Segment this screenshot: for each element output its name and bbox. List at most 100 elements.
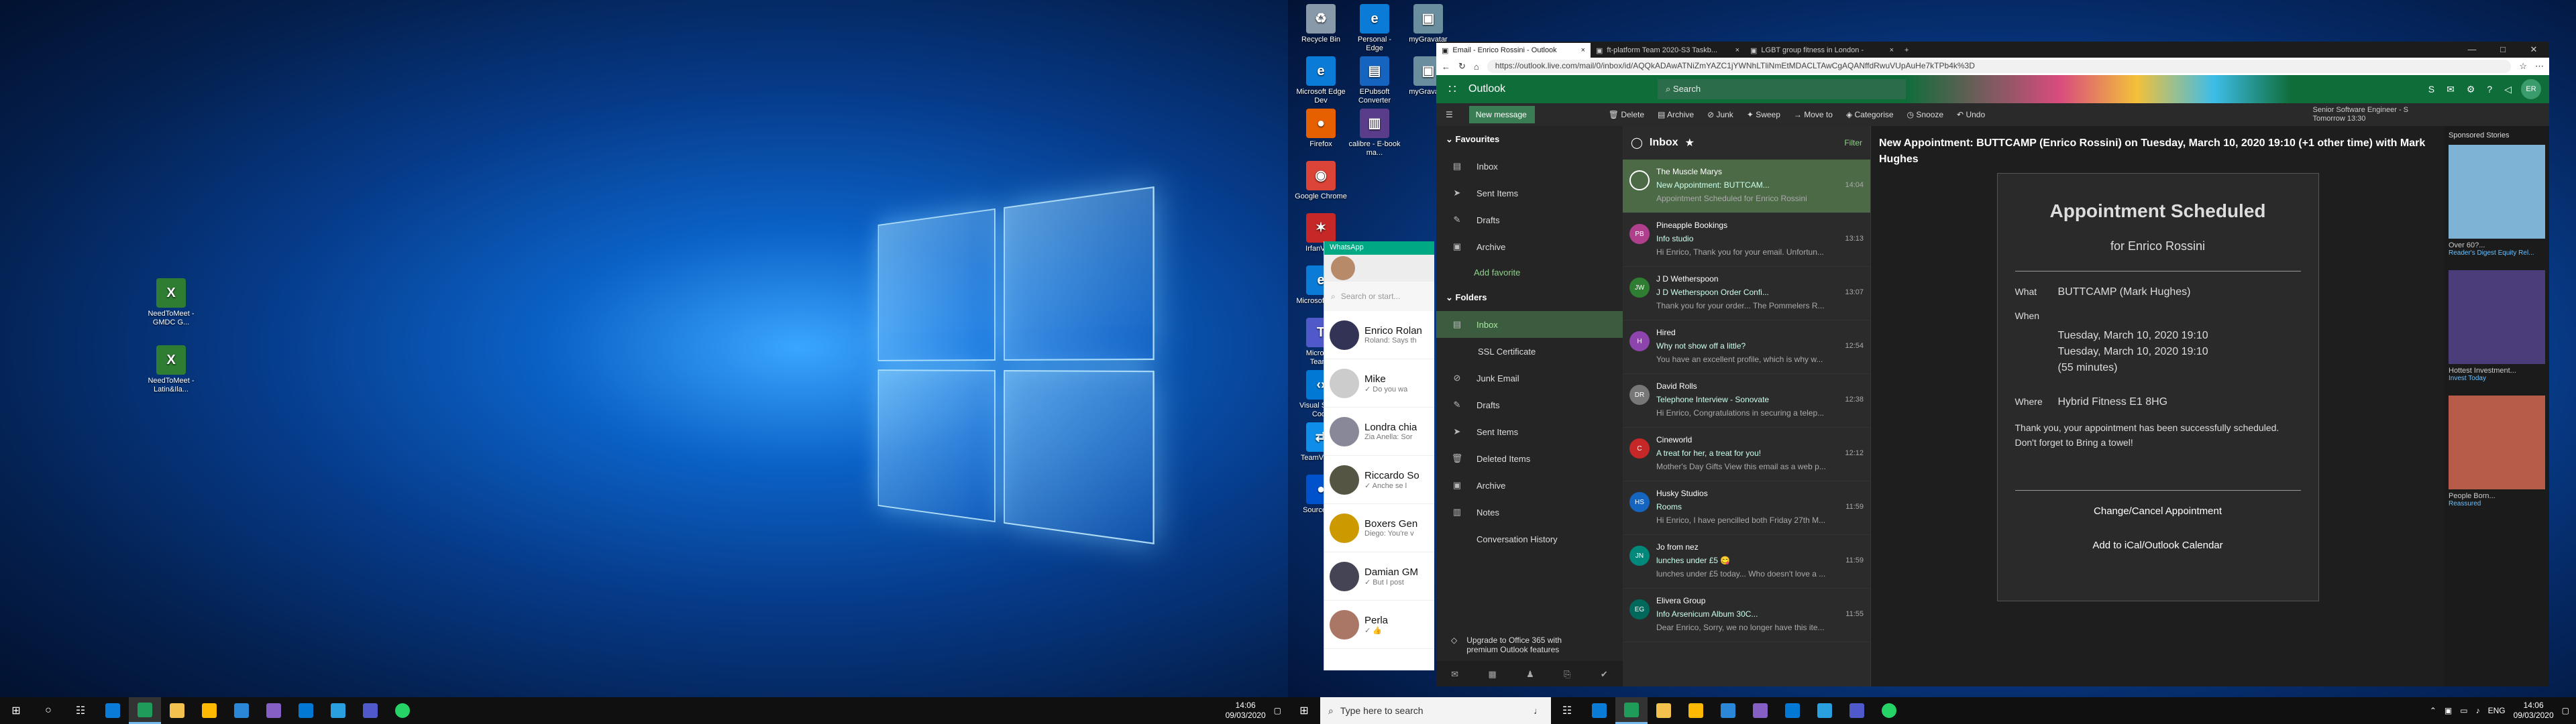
avatar[interactable]: ER — [2521, 79, 2541, 99]
mail-icon[interactable] — [1712, 697, 1744, 724]
desktop-icon[interactable]: ◉ Google Chrome — [1295, 161, 1347, 201]
whatsapp-search[interactable]: ⌕ Search or start... — [1324, 282, 1434, 311]
mail-icon[interactable] — [225, 697, 258, 724]
gear-icon[interactable]: ⚙ — [2467, 84, 2475, 95]
browser-tab[interactable]: ▣ Email - Enrico Rossini - Outlook × — [1436, 43, 1591, 58]
message-list-item[interactable]: PB Pineapple Bookings Info studio 13:13 Hi E… — [1623, 213, 1870, 267]
whatsapp-icon[interactable] — [386, 697, 419, 724]
clock[interactable]: 14:06 09/03/2020 — [1226, 701, 1266, 721]
edge-dev-icon[interactable] — [129, 697, 161, 724]
sponsored-story[interactable]: Over 60?... Reader's Digest Equity Rel... — [2449, 145, 2545, 257]
notification-icon[interactable]: ▢ — [2562, 706, 2569, 715]
url-field[interactable]: https://outlook.live.com/mail/0/inbox/id… — [1487, 60, 2512, 73]
edge-icon[interactable] — [1583, 697, 1615, 724]
megaphone-icon[interactable]: ◁ — [2504, 84, 2512, 95]
maximize-icon[interactable]: □ — [2487, 42, 2518, 58]
desktop-icon[interactable]: ▥ calibre - E-book ma... — [1348, 109, 1401, 158]
people-icon[interactable]: ♟ — [1526, 669, 1534, 680]
chat-list-item[interactable]: Enrico Rolan Roland: Says th — [1324, 311, 1434, 359]
volume-icon[interactable]: ♪ — [2476, 706, 2480, 715]
battery-icon[interactable]: ▭ — [2460, 706, 2467, 715]
command-junk-button[interactable]: ⊘ Junk — [1707, 110, 1733, 119]
message-list-item[interactable]: H Hired Why not show off a little? 12:54 You… — [1623, 320, 1870, 374]
refresh-icon[interactable]: ↻ — [1458, 61, 1466, 72]
message-list-item[interactable]: JW J D Wetherspoon J D Wetherspoon Order C… — [1623, 267, 1870, 320]
skype-icon[interactable]: S — [2428, 84, 2434, 95]
desktop-icon[interactable]: X NeedToMeet - Latin&Ila... — [141, 345, 201, 394]
new-message-button[interactable]: New message — [1468, 106, 1535, 123]
task-view-icon[interactable]: ☷ — [64, 697, 97, 724]
folder-conversation-history[interactable]: Conversation History — [1436, 526, 1623, 552]
desktop-icon[interactable]: ● Firefox — [1295, 109, 1347, 149]
add-to-calendar-link[interactable]: Add to iCal/Outlook Calendar — [2015, 540, 2301, 551]
teams-icon[interactable] — [1841, 697, 1873, 724]
command-delete-button[interactable]: 🗑 Delete — [1609, 110, 1644, 119]
sponsored-story[interactable]: People Born... Reassured — [2449, 396, 2545, 507]
browser-tab[interactable]: ▣ ft-platform Team 2020-S3 Taskb... × — [1591, 43, 1745, 58]
tab-close-icon[interactable]: × — [1890, 46, 1894, 54]
chat-list-item[interactable]: Perla ✓ 👍 — [1324, 601, 1434, 649]
settings-more-icon[interactable]: ⋯ — [2535, 61, 2544, 72]
back-icon[interactable]: ← — [1442, 62, 1450, 72]
desktop-icon[interactable]: X NeedToMeet - GMDC G... — [141, 278, 201, 327]
upgrade-banner[interactable]: ◇ Upgrade to Office 365 with premium Out… — [1436, 629, 1595, 661]
visual-studio-icon[interactable] — [1744, 697, 1776, 724]
favorites-icon[interactable]: ☆ — [2519, 61, 2527, 72]
cortana-icon[interactable]: ○ — [32, 697, 64, 724]
azure-icon[interactable] — [1809, 697, 1841, 724]
folder-notes[interactable]: ▥ Notes — [1436, 499, 1623, 526]
folder-sent-items[interactable]: ➤ Sent Items — [1436, 418, 1623, 445]
add-favorite-link[interactable]: Add favorite — [1436, 260, 1623, 284]
language-indicator[interactable]: ENG — [2488, 706, 2506, 715]
chat-list-item[interactable]: Mike ✓ Do you wa — [1324, 359, 1434, 408]
desktop-icon[interactable]: e Personal - Edge — [1348, 4, 1401, 53]
message-list-item[interactable]: HS Husky Studios Rooms 11:59 Hi Enrico, I ha… — [1623, 481, 1870, 535]
windows-start-icon[interactable]: ⊞ — [1288, 697, 1320, 724]
chat-list-item[interactable]: Boxers Gen Diego: You're v — [1324, 504, 1434, 552]
folder-ssl-certificate[interactable]: SSL Certificate — [1436, 338, 1623, 365]
desktop-icon[interactable]: ▣ myGravatar — [1402, 4, 1454, 44]
message-list-item[interactable]: EG Elivera Group Info Arsenicum Album 30C.… — [1623, 589, 1870, 642]
folder-inbox[interactable]: ▤ Inbox — [1436, 311, 1623, 338]
message-list-item[interactable]: The Muscle Marys New Appointment: BUTTCAM… — [1623, 160, 1870, 213]
chat-list-item[interactable]: Riccardo So ✓ Anche se l — [1324, 456, 1434, 504]
select-all-icon[interactable]: ◯ — [1631, 136, 1643, 149]
command-categorise-button[interactable]: ◈ Categorise — [1846, 110, 1894, 119]
command-snooze-button[interactable]: ◷ Snooze — [1907, 110, 1944, 119]
calendar-icon[interactable]: ▦ — [1488, 669, 1496, 680]
clock[interactable]: 14:06 09/03/2020 — [2514, 701, 2554, 721]
chat-icon[interactable]: ✉ — [2447, 84, 2455, 95]
command-undo-button[interactable]: ↶ Undo — [1957, 110, 1985, 119]
favourite-sent-items[interactable]: ➤ Sent Items — [1436, 180, 1623, 206]
todo-icon[interactable]: ✔ — [1601, 669, 1608, 680]
azure-icon[interactable] — [322, 697, 354, 724]
desktop-icon[interactable]: ♻ Recycle Bin — [1295, 4, 1347, 44]
command-archive-button[interactable]: ▤ Archive — [1658, 110, 1694, 119]
message-list-item[interactable]: DR David Rolls Telephone Interview - Sonov… — [1623, 374, 1870, 428]
home-icon[interactable]: ⌂ — [1474, 62, 1479, 72]
edge-dev-icon[interactable] — [1615, 697, 1648, 724]
star-icon[interactable]: ★ — [1685, 136, 1695, 149]
outlook-brand[interactable]: Outlook — [1468, 83, 1596, 95]
vscode-icon[interactable] — [1776, 697, 1809, 724]
edge-icon[interactable] — [97, 697, 129, 724]
favourite-inbox[interactable]: ▤ Inbox — [1436, 153, 1623, 180]
network-icon[interactable]: ▣ — [2445, 706, 2452, 715]
folder-drafts[interactable]: ✎ Drafts — [1436, 391, 1623, 418]
chevron-up-icon[interactable]: ⌃ — [2430, 706, 2436, 715]
whatsapp-window[interactable]: WhatsApp ⌕ Search or start... Enrico Rol… — [1324, 241, 1434, 670]
vscode-icon[interactable] — [290, 697, 322, 724]
command-sweep-button[interactable]: ✦ Sweep — [1747, 110, 1780, 119]
message-list-item[interactable]: C Cineworld A treat for her, a treat for y… — [1623, 428, 1870, 481]
favourite-archive[interactable]: ▣ Archive — [1436, 233, 1623, 260]
whatsapp-icon[interactable] — [1873, 697, 1905, 724]
notification-icon[interactable]: ▢ — [1274, 706, 1281, 715]
mail-search-input[interactable]: ⌕ Search — [1658, 79, 1906, 99]
microphone-icon[interactable]: ♩ — [1534, 705, 1543, 716]
avatar[interactable] — [1331, 256, 1355, 280]
help-icon[interactable]: ? — [2487, 84, 2492, 95]
attachment-icon[interactable]: ⎘ — [1564, 669, 1570, 680]
desktop-icon[interactable]: e Microsoft Edge Dev — [1295, 56, 1347, 105]
folders-header[interactable]: ⌄ Folders — [1436, 284, 1623, 311]
tab-close-icon[interactable]: × — [1735, 46, 1739, 54]
